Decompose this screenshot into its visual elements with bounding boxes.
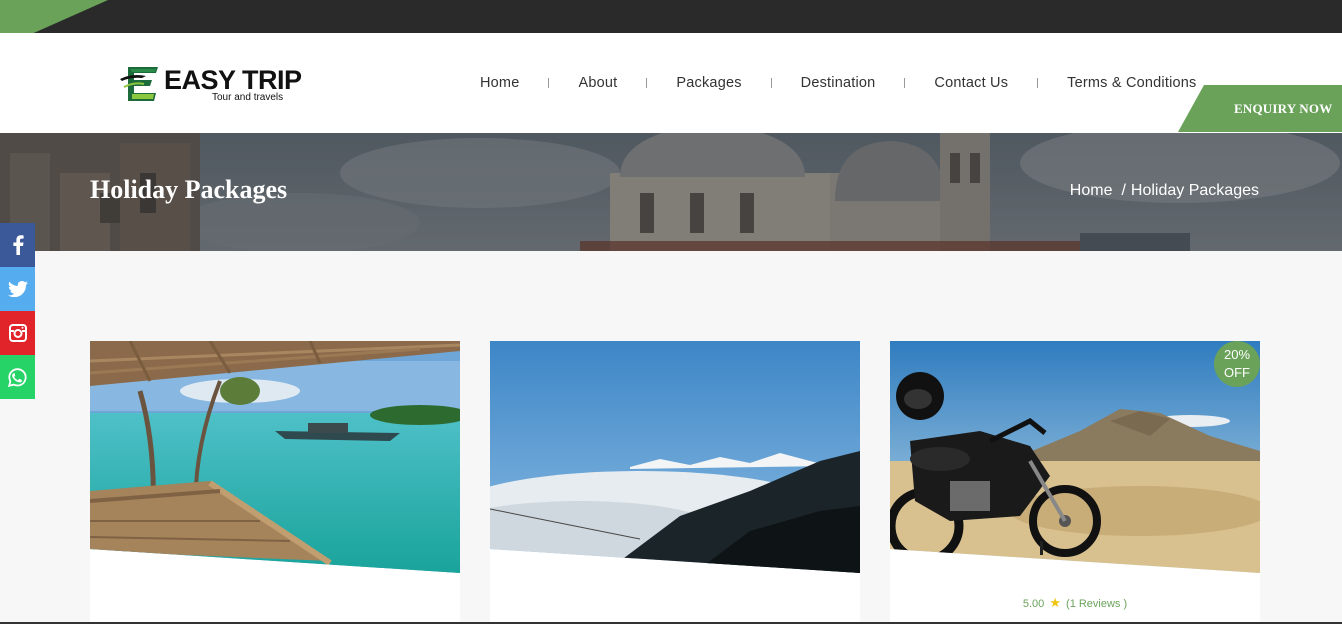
breadcrumb-current: Holiday Packages [1130,182,1259,199]
twitter-button[interactable] [0,267,35,311]
enquiry-now-label: ENQUIRY NOW [1234,101,1333,116]
breadcrumb-home[interactable]: Home [1070,182,1113,200]
e-logo-icon [120,67,158,101]
nav-about[interactable]: About [578,75,617,91]
page-banner: Holiday Packages Home / Holiday Packages [0,133,1342,251]
nav-separator [770,78,772,88]
package-card[interactable] [490,341,860,624]
breadcrumb-separator: / [1121,182,1126,199]
nav-separator [904,78,906,88]
twitter-icon [7,281,28,297]
instagram-icon [8,324,27,342]
social-sidebar [0,223,35,399]
whatsapp-icon [8,367,27,387]
discount-badge: 20% OFF [1214,341,1260,387]
nav-separator [646,78,648,88]
rating-score: 5.00 [1022,598,1045,610]
brand-name: EASY TRIP [164,65,302,95]
top-bar [0,0,1342,48]
reviews-link[interactable]: (1 Reviews ) [1066,598,1127,610]
facebook-icon [12,235,24,255]
package-card[interactable]: 20% OFF 5.00 ★ (1 Reviews ) [890,341,1260,624]
nav-packages[interactable]: Packages [676,75,741,91]
motorcycle-desert-photo [890,341,1260,573]
package-rating: 5.00 ★ (1 Reviews ) [890,595,1260,611]
nav-home[interactable]: Home [480,75,519,91]
instagram-button[interactable] [0,311,35,355]
main-nav: Home About Packages Destination Contact … [480,73,1196,93]
mountain-clouds-photo [490,341,860,573]
enquiry-now-button[interactable]: ENQUIRY NOW [1178,85,1342,132]
nav-separator [1037,78,1039,88]
facebook-button[interactable] [0,223,35,267]
breadcrumb: Home / Holiday Packages [1070,182,1259,200]
star-icon: ★ [1049,595,1061,610]
nav-contact-us[interactable]: Contact Us [934,75,1008,91]
package-card[interactable] [90,341,460,624]
tropical-beach-photo [90,341,460,573]
page-title: Holiday Packages [90,175,288,204]
discount-label: OFF [1224,365,1250,380]
site-header: EASY TRIP Tour and travels Home About Pa… [0,33,1342,133]
nav-destination[interactable]: Destination [801,75,876,91]
brand-logo[interactable]: EASY TRIP Tour and travels [120,63,302,105]
discount-value: 20% [1223,347,1251,362]
whatsapp-button[interactable] [0,355,35,399]
nav-separator [548,78,550,88]
brand-tagline: Tour and travels [212,92,284,103]
